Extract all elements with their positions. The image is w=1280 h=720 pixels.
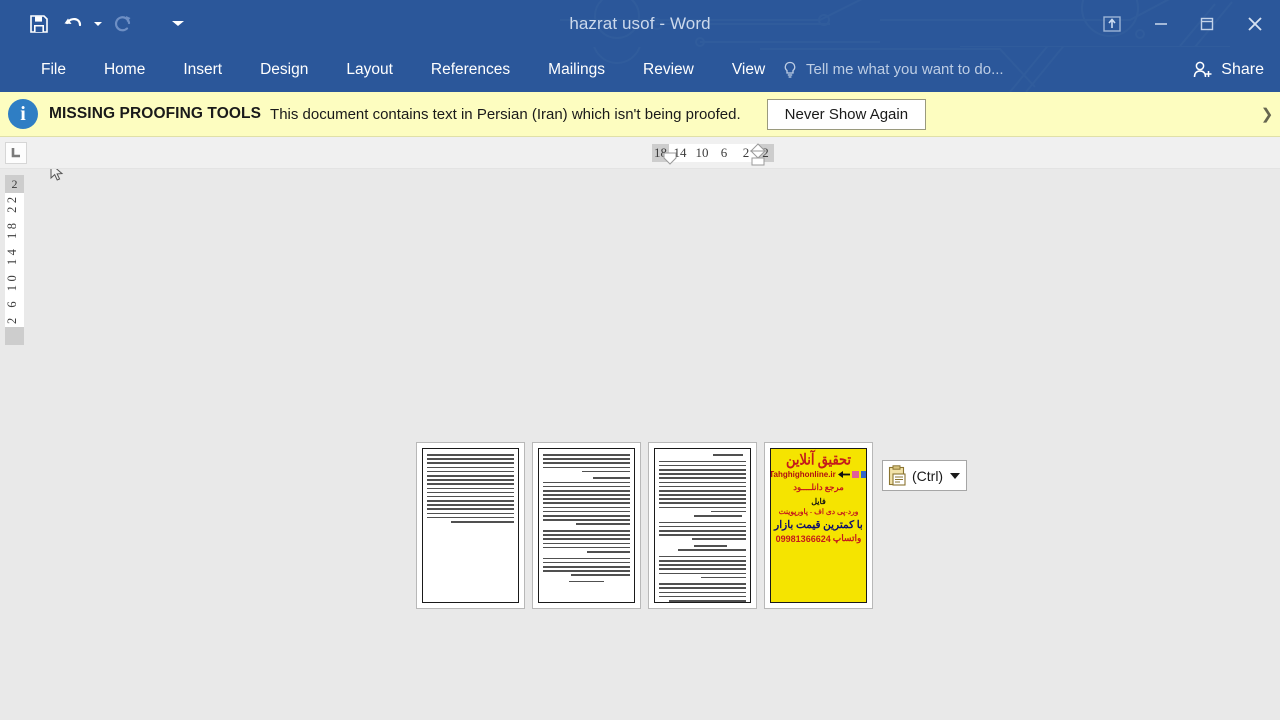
ad-website: Tahghighonline.ir [770,470,836,479]
page-2[interactable] [532,442,641,609]
vertical-ruler-bottom-cap [5,327,24,345]
page-border-frame: تحقیق آنلاین Tahghighonline.ir مرجع دانل… [770,448,867,603]
tab-mailings[interactable]: Mailings [529,47,624,92]
text-block [659,544,746,551]
text-block [659,460,746,517]
tab-home[interactable]: Home [85,47,164,92]
text-block [427,454,514,523]
paste-options-button[interactable]: (Ctrl) [882,460,968,491]
minimize-button[interactable] [1138,0,1184,47]
ad-price: با کمترین قیمت بازار [774,520,863,531]
share-person-icon [1194,61,1212,77]
tell-me-placeholder: Tell me what you want to do... [806,61,1004,78]
paste-options-label: (Ctrl) [912,467,944,484]
clipboard-icon [888,465,906,486]
ruler-strip: 18 14 10 6 2 2 [0,137,1280,169]
never-show-again-button[interactable]: Never Show Again [766,98,927,130]
page-4[interactable]: تحقیق آنلاین Tahghighonline.ir مرجع دانل… [764,442,873,609]
advertisement-content: تحقیق آنلاین Tahghighonline.ir مرجع دانل… [771,449,866,602]
ad-phone: 09981366624 [775,533,831,544]
ribbon-tab-bar: File Home Insert Design Layout Reference… [0,47,1280,92]
tab-stop-selector[interactable] [5,142,27,164]
ad-swatch [860,471,866,478]
text-block [543,477,630,525]
tab-insert[interactable]: Insert [164,47,241,92]
tab-file[interactable]: File [22,47,85,92]
text-block [543,557,630,576]
proofing-notification-bar: i MISSING PROOFING TOOLS This document c… [0,92,1280,137]
text-block [543,530,630,553]
text-block [659,583,746,602]
text-block [659,521,746,540]
tell-me-search[interactable]: Tell me what you want to do... [782,47,1004,92]
arrow-left-icon [837,471,850,478]
indent-markers[interactable] [652,142,782,169]
window-controls [1086,0,1280,47]
left-tab-stop-icon [11,148,20,158]
document-canvas[interactable]: 2 2 6 10 14 18 22 تحقیق آنلاین Tahghigho… [0,169,1280,720]
info-icon: i [8,99,38,129]
ad-whatsapp-label: واتساپ [832,533,862,543]
tab-design[interactable]: Design [241,47,327,92]
mouse-cursor-icon [50,169,64,181]
ad-subtitle: مرجع دانلــــود [793,482,844,492]
text-block [543,454,630,473]
ribbon-display-options-button[interactable] [1086,0,1138,47]
close-button[interactable] [1230,0,1280,47]
tab-references[interactable]: References [412,47,529,92]
page-1[interactable] [416,442,525,609]
ribbon-tabs: File Home Insert Design Layout Reference… [0,47,1280,92]
notification-message: This document contains text in Persian (… [270,105,741,123]
share-label: Share [1221,60,1264,78]
vertical-ruler-top-cap: 2 [5,175,24,193]
page-border-frame [538,448,635,603]
page-border-frame [422,448,519,603]
ad-contact: واتساپ 09981366624 [776,533,862,544]
tab-review[interactable]: Review [624,47,713,92]
ad-formats: ورد-پی دی اف - پاورپوینت [778,507,859,516]
title-bar: hazrat usof - Word [0,0,1280,47]
ribbon-display-options-icon [1103,15,1121,32]
ad-website-row: Tahghighonline.ir [770,470,866,479]
restore-button[interactable] [1184,0,1230,47]
restore-icon [1200,17,1214,30]
close-icon [1248,16,1262,31]
text-block [543,580,630,583]
ad-headline: تحقیق آنلاین [785,450,852,469]
chevron-down-icon[interactable] [950,472,961,479]
text-block [659,555,746,579]
minimize-icon [1155,22,1167,25]
tab-layout[interactable]: Layout [327,47,412,92]
lightbulb-icon [784,61,796,78]
text-block [659,454,746,456]
tab-view[interactable]: View [713,47,784,92]
ad-file-label: فایل [811,497,826,506]
share-button[interactable]: Share [1178,47,1280,92]
page-border-frame [654,448,751,603]
page-thumbnails: تحقیق آنلاین Tahghighonline.ir مرجع دانل… [416,442,873,609]
ad-swatch [851,471,859,478]
vertical-ruler-numbers: 2 6 10 14 18 22 [5,193,24,327]
page-3[interactable] [648,442,757,609]
notification-title: MISSING PROOFING TOOLS [49,105,262,122]
notification-close-button[interactable]: ❯ [1258,105,1276,123]
